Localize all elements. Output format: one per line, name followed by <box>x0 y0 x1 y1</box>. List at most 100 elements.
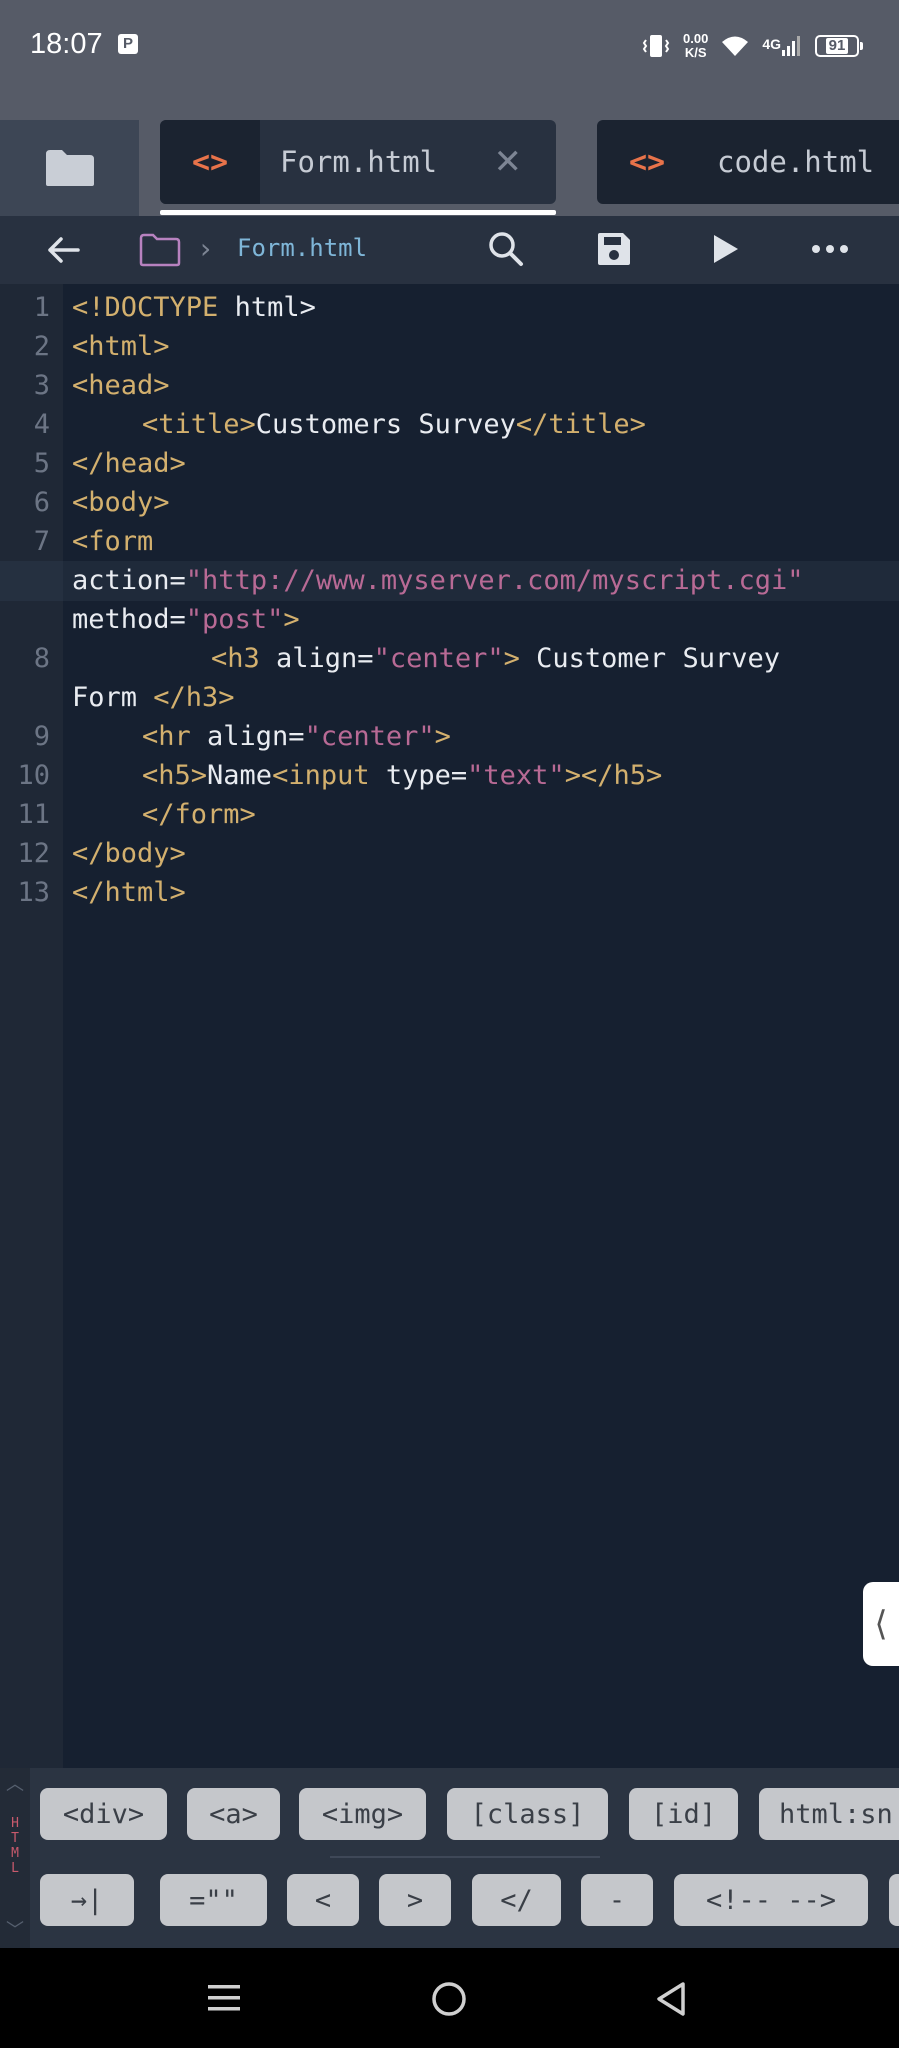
code-editor[interactable]: 1 2 3 4 5 6 7 8 9 10 11 12 13 <!DOCTYPE … <box>0 284 899 1768</box>
code-token: <input <box>272 760 386 791</box>
file-browser-button[interactable] <box>0 120 139 216</box>
line-number: 10 <box>17 760 50 791</box>
network-speed: 0.00 K/S <box>683 32 708 60</box>
line-number: 4 <box>33 409 50 440</box>
code-line: </head> <box>72 444 186 483</box>
snippet-img[interactable]: <img> <box>299 1788 426 1840</box>
code-token: <form <box>72 526 154 557</box>
save-icon[interactable] <box>594 229 634 269</box>
run-icon[interactable] <box>704 229 744 269</box>
code-token: <head> <box>72 370 170 401</box>
code-token: "center" <box>373 643 504 674</box>
code-token: </html> <box>72 877 186 908</box>
status-time: 18:07 <box>30 28 103 60</box>
speed-unit: K/S <box>684 45 707 60</box>
code-line: <h5>Name<input type="text"></h5> <box>142 756 662 795</box>
code-line: <body> <box>72 483 170 522</box>
back-arrow-icon[interactable] <box>44 230 84 270</box>
code-token: method= <box>72 604 186 635</box>
code-token: > <box>434 721 451 752</box>
code-token: <!DOCTYPE <box>72 292 235 323</box>
tab-form-html[interactable]: <> Form.html ✕ <box>160 120 556 204</box>
battery-icon: 91 <box>815 35 863 57</box>
snippet-attr-quotes[interactable]: ="" <box>160 1874 267 1926</box>
code-token: html> <box>234 292 316 323</box>
code-token: Form <box>72 682 154 713</box>
network-type: 4G <box>762 36 781 52</box>
code-token: "center" <box>304 721 435 752</box>
editor-toolbar: › Form.html <box>0 216 899 284</box>
language-label: H T M L <box>10 1816 20 1876</box>
tab-label: code.html <box>717 145 875 179</box>
line-number: 8 <box>33 643 50 674</box>
snippet-html-snippet[interactable]: html:sn <box>759 1788 899 1840</box>
folder-icon[interactable] <box>139 233 181 267</box>
code-token: "http://www.myserver.com/myscript.cgi" <box>185 565 804 596</box>
side-drawer-handle[interactable]: ⟨ <box>863 1582 899 1666</box>
snippet-tab[interactable]: →| <box>40 1874 134 1926</box>
line-number: 9 <box>33 721 50 752</box>
snippet-next[interactable] <box>889 1874 899 1926</box>
line-number: 13 <box>17 877 50 908</box>
tab-code-html[interactable]: <> code.html <box>597 120 899 204</box>
home-icon[interactable] <box>430 1980 468 2018</box>
breadcrumb-file[interactable]: Form.html <box>237 234 367 262</box>
speed-value: 0.00 <box>683 31 709 46</box>
code-line: <form <box>72 522 153 561</box>
code-token: "text" <box>467 760 565 791</box>
code-token: "post" <box>185 604 284 635</box>
code-token: <title> <box>142 409 256 440</box>
language-letter: L <box>11 1861 19 1876</box>
wifi-icon <box>722 36 749 56</box>
back-triangle-icon[interactable] <box>653 1980 689 2018</box>
chevron-right-icon: › <box>200 232 212 265</box>
line-number: 5 <box>33 448 50 479</box>
tab-label: Form.html <box>280 145 438 179</box>
code-token: ></h5> <box>564 760 663 791</box>
snippet-class[interactable]: [class] <box>447 1788 608 1840</box>
code-token: <h3 <box>211 643 277 674</box>
line-number: 11 <box>17 799 50 830</box>
code-token: Customers Survey <box>255 409 516 440</box>
code-token: <body> <box>72 487 170 518</box>
code-token: </h3> <box>153 682 235 713</box>
code-file-icon: <> <box>160 120 260 204</box>
code-line: Form </h3> <box>72 678 235 717</box>
code-line: <hr align="center"> <box>142 717 451 756</box>
code-token: </body> <box>72 838 186 869</box>
system-nav-bar <box>0 1948 899 2048</box>
parking-notification-icon: P <box>118 34 138 54</box>
snippet-gt[interactable]: > <box>379 1874 451 1926</box>
code-file-icon: <> <box>628 144 666 180</box>
status-right-icons: 0.00 K/S 4G 91 <box>641 26 863 66</box>
code-token: > <box>503 643 520 674</box>
more-icon[interactable] <box>808 229 852 269</box>
snippet-close-tag[interactable]: </ <box>472 1874 561 1926</box>
folder-icon <box>45 150 94 186</box>
code-line: </form> <box>142 795 256 834</box>
snippet-dash[interactable]: - <box>581 1874 653 1926</box>
menu-icon[interactable] <box>206 1980 242 2016</box>
snippet-a[interactable]: <a> <box>187 1788 280 1840</box>
code-line: action="http://www.myserver.com/myscript… <box>72 561 804 600</box>
search-icon[interactable] <box>486 229 526 269</box>
line-number: 7 <box>33 526 50 557</box>
snippet-language-toggle[interactable]: ︿ H T M L ﹀ <box>0 1768 30 1948</box>
code-token: align= <box>207 721 305 752</box>
close-tab-icon[interactable]: ✕ <box>494 142 557 182</box>
code-token: </head> <box>72 448 186 479</box>
code-token: <html> <box>72 331 170 362</box>
snippet-div[interactable]: <div> <box>40 1788 167 1840</box>
snippet-comment[interactable]: <!-- --> <box>674 1874 868 1926</box>
snippet-lt[interactable]: < <box>287 1874 359 1926</box>
snippet-id[interactable]: [id] <box>629 1788 738 1840</box>
code-token: <hr <box>142 721 208 752</box>
language-letter: M <box>11 1846 19 1861</box>
code-line: <!DOCTYPE html> <box>72 288 316 327</box>
chevron-down-icon: ﹀ <box>6 1920 24 1941</box>
snippet-row-divider <box>330 1856 600 1858</box>
battery-level: 91 <box>825 38 849 54</box>
code-token: Name <box>207 760 273 791</box>
code-token: action= <box>72 565 186 596</box>
line-number: 6 <box>33 487 50 518</box>
